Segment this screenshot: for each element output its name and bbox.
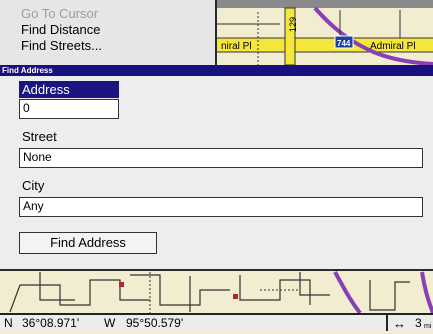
street-label-left: niral Pl [221,41,252,52]
double-arrow-icon: ↔ [393,316,406,331]
menu-item-find-distance[interactable]: Find Distance [21,22,100,37]
highway-shield-icon: 744 [334,35,354,49]
highway-shield-label: 744 [337,39,351,48]
range-unit: mi [424,323,432,330]
street-label-vertical: 129 [288,17,298,32]
address-label: Address [19,81,119,98]
map-top-strip [217,0,433,8]
map-lower-streets [0,271,433,315]
status-divider [386,315,388,331]
latitude-value: 36°08.971' [22,316,80,330]
street-field[interactable]: None [19,148,423,168]
street-label: Street [22,129,57,144]
menu-item-find-streets[interactable]: Find Streets... [21,38,102,53]
longitude-hemisphere: W [104,316,116,330]
status-bar: N 36°08.971' W 95°50.579' ↔ 3 mi [0,313,433,331]
find-address-button[interactable]: Find Address [19,232,157,254]
longitude-value: 95°50.579' [126,316,184,330]
popup-menu: Go To Cursor Find Distance Find Streets.… [0,0,217,66]
city-label: City [22,178,45,193]
city-field[interactable]: Any [19,197,423,217]
range-value: 3 [415,316,422,330]
street-label-right: Admiral Pl [370,41,416,52]
find-address-dialog: Find Address Address 0 Street None City … [0,65,433,271]
dialog-title: Find Address [0,65,433,76]
latitude-hemisphere: N [4,316,13,330]
address-field[interactable]: 0 [19,99,119,119]
menu-item-go-to-cursor[interactable]: Go To Cursor [21,6,98,21]
